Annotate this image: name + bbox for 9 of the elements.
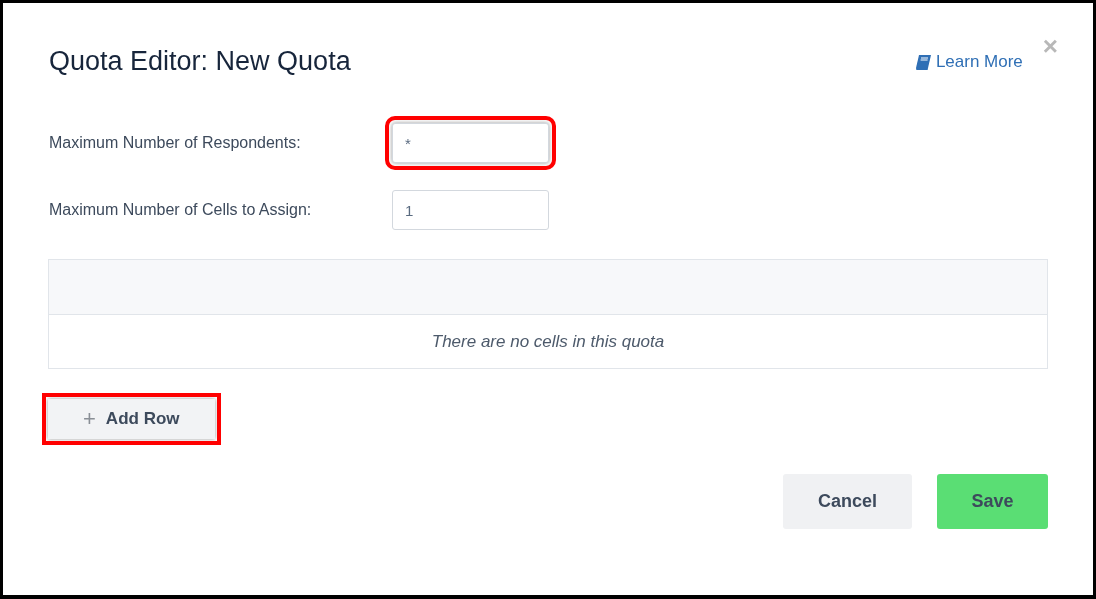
dialog-title: Quota Editor: New Quota xyxy=(49,46,352,77)
number-field[interactable]: 1 xyxy=(392,190,549,230)
book-icon xyxy=(914,54,931,70)
learn-more-link[interactable]: Learn More xyxy=(914,52,1023,72)
save-button[interactable]: Save xyxy=(937,474,1048,529)
field-label: Maximum Number of Respondents: xyxy=(49,134,302,152)
cancel-button[interactable]: Cancel xyxy=(783,474,912,529)
field-label: Maximum Number of Cells to Assign: xyxy=(49,201,313,219)
empty-message: There are no cells in this quota xyxy=(430,330,666,353)
